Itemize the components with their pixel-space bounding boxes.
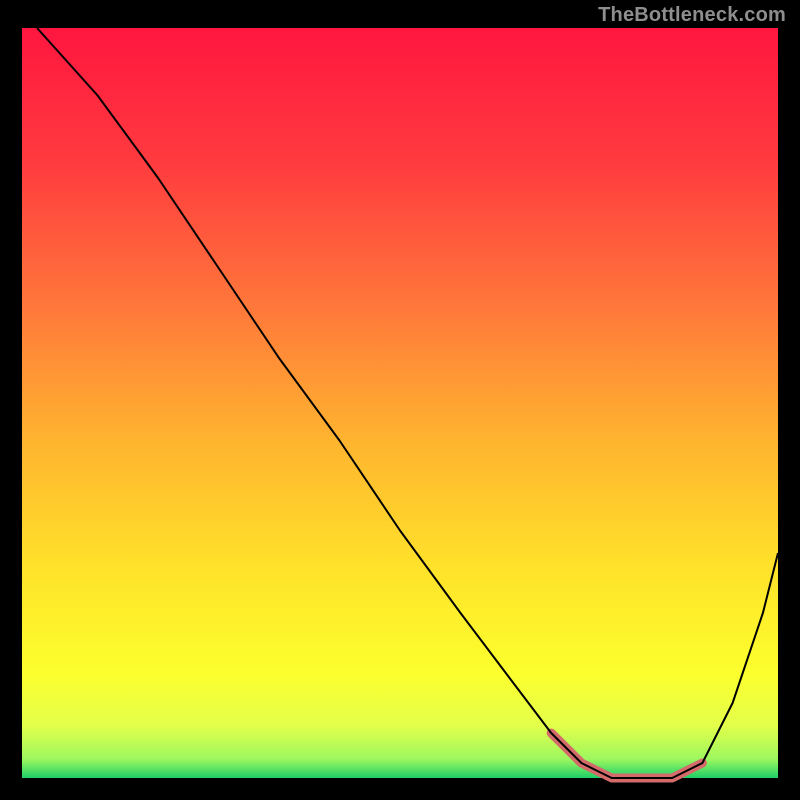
bottleneck-chart [0, 0, 800, 800]
watermark-text: TheBottleneck.com [598, 4, 786, 27]
gradient-background [22, 28, 778, 778]
chart-stage: TheBottleneck.com [0, 0, 800, 800]
